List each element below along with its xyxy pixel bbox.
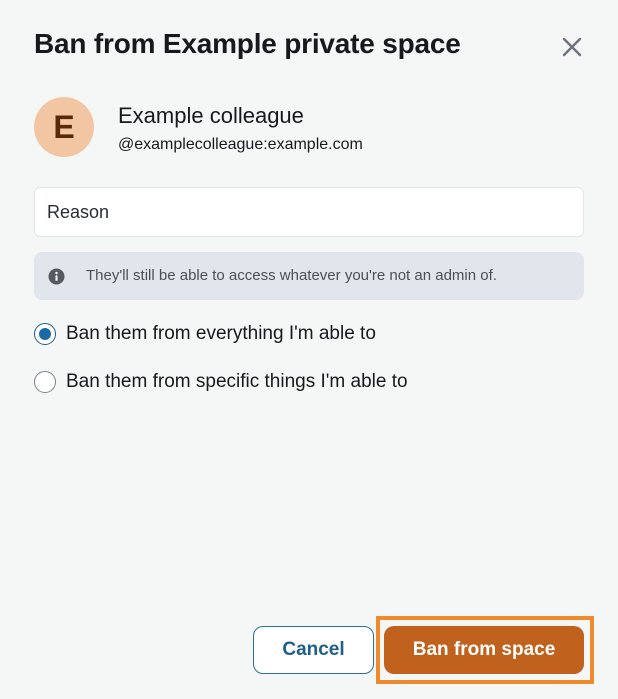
radio-button-selected[interactable] — [34, 323, 56, 345]
info-notice: They'll still be able to access whatever… — [34, 252, 584, 300]
user-id: @examplecolleague:example.com — [118, 136, 363, 153]
notice-text: They'll still be able to access whatever… — [86, 267, 497, 284]
radio-button[interactable] — [34, 371, 56, 393]
option-label: Ban them from everything I'm able to — [66, 323, 376, 344]
reason-input[interactable] — [34, 187, 584, 237]
option-ban-everything[interactable]: Ban them from everything I'm able to — [34, 323, 376, 345]
close-button[interactable] — [556, 31, 588, 63]
user-display-name: Example colleague — [118, 103, 304, 128]
option-label: Ban them from specific things I'm able t… — [66, 371, 408, 392]
close-icon — [562, 37, 582, 57]
option-ban-specific[interactable]: Ban them from specific things I'm able t… — [34, 371, 408, 393]
ban-dialog: Ban from Example private space E Example… — [0, 0, 618, 699]
dialog-title: Ban from Example private space — [34, 28, 461, 59]
info-icon — [48, 268, 65, 285]
cancel-button[interactable]: Cancel — [253, 626, 374, 674]
avatar: E — [34, 97, 94, 157]
ban-from-space-button[interactable]: Ban from space — [384, 626, 584, 674]
